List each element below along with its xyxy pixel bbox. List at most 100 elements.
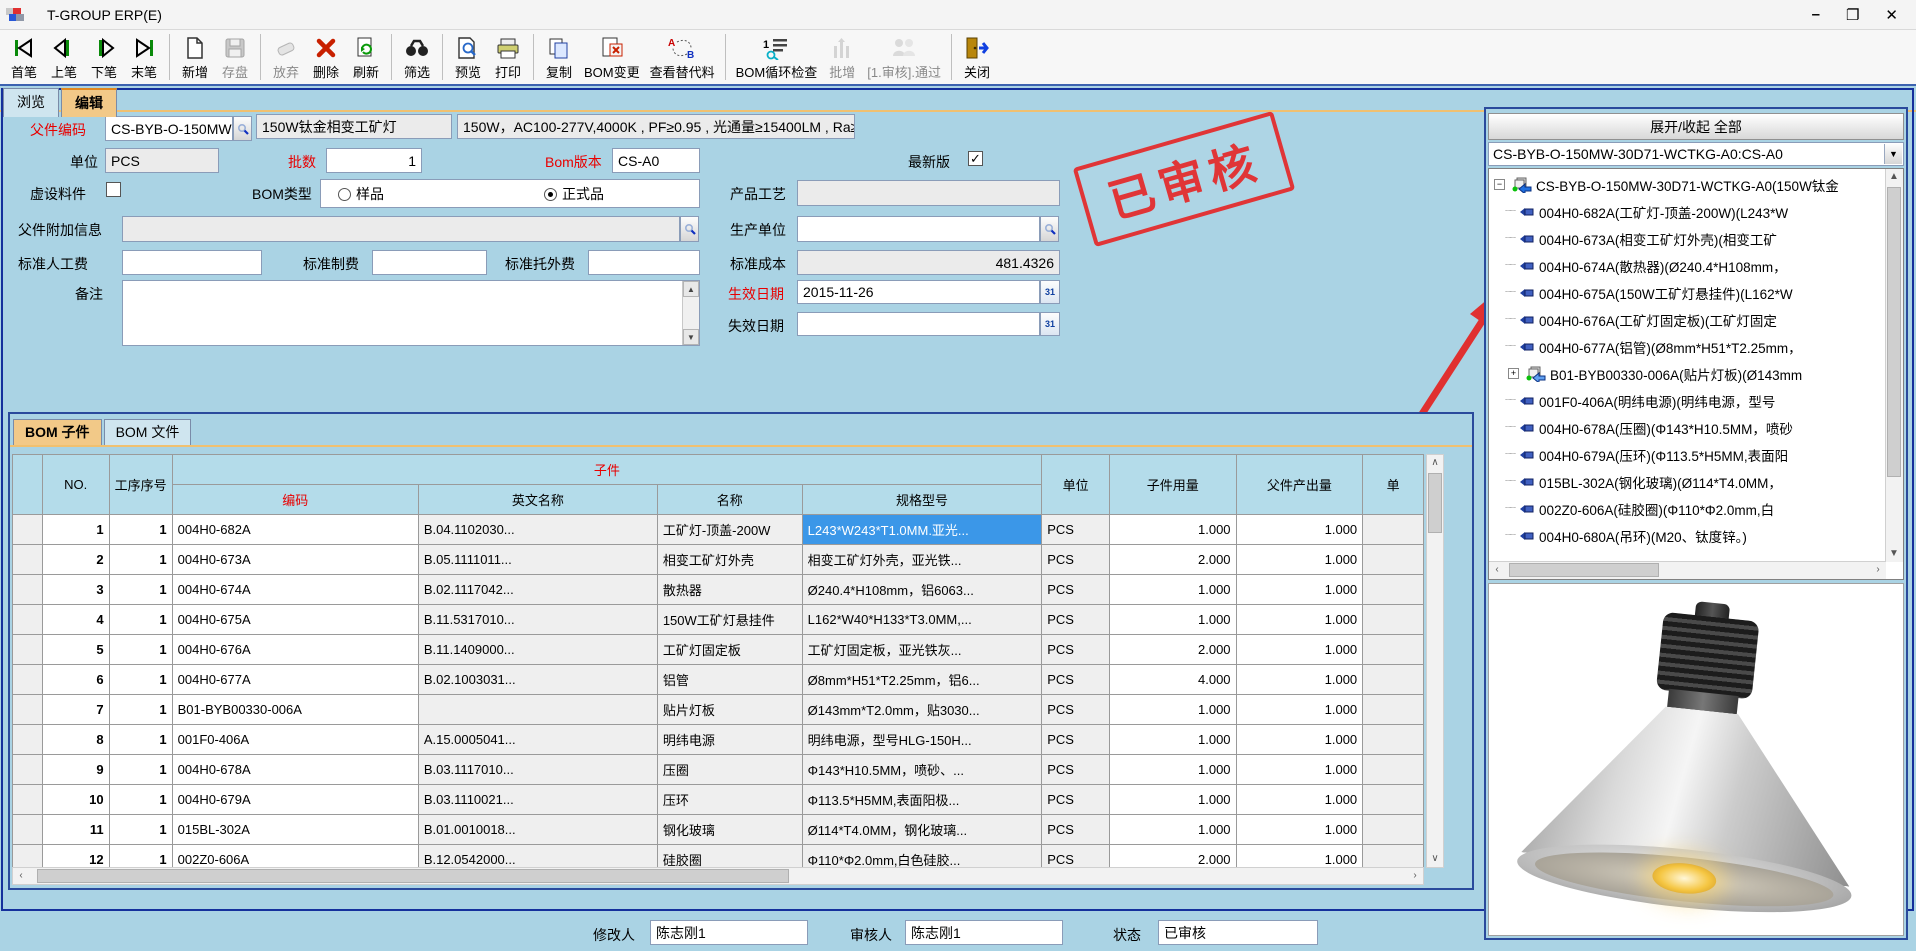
col-extra-header[interactable]: 单: [1363, 455, 1424, 515]
cell-seq[interactable]: 1: [109, 695, 172, 725]
cell-name[interactable]: 铝管: [657, 665, 802, 695]
expand-collapse-all-button[interactable]: 展开/收起 全部: [1488, 113, 1904, 140]
eff-date-field[interactable]: 2015-11-26: [797, 280, 1040, 304]
cell-spec[interactable]: Ø240.4*H108mm，铝6063...: [802, 575, 1042, 605]
cell-selector[interactable]: [13, 545, 43, 575]
cell-extra[interactable]: [1363, 815, 1424, 845]
cell-en-name[interactable]: A.15.0005041...: [418, 725, 657, 755]
cell-name[interactable]: 散热器: [657, 575, 802, 605]
cell-code[interactable]: 004H0-676A: [172, 635, 418, 665]
minimize-button[interactable]: –: [1812, 6, 1820, 24]
table-row[interactable]: 41004H0-675AB.11.5317010...150W工矿灯悬挂件L16…: [13, 605, 1424, 635]
cell-no[interactable]: 1: [42, 515, 109, 545]
cell-selector[interactable]: [13, 605, 43, 635]
std-out-field[interactable]: [588, 250, 700, 275]
cell-code[interactable]: 001F0-406A: [172, 725, 418, 755]
table-scroll-left-icon[interactable]: ‹: [13, 868, 29, 884]
tab-bom-files[interactable]: BOM 文件: [104, 419, 192, 445]
tree-item[interactable]: ┄┄002Z0-606A(硅胶圈)(Φ110*Φ2.0mm,白: [1491, 495, 1884, 522]
parent-extra-lookup-icon[interactable]: [680, 216, 699, 242]
cell-seq[interactable]: 1: [109, 725, 172, 755]
cell-spec[interactable]: Φ143*H10.5MM，喷砂、...: [802, 755, 1042, 785]
查看替代料-button[interactable]: AB查看替代料: [645, 30, 720, 84]
cell-qty[interactable]: 1.000: [1110, 695, 1237, 725]
cell-seq[interactable]: 1: [109, 605, 172, 635]
tree-item[interactable]: ┄┄001F0-406A(明纬电源)(明纬电源，型号: [1491, 387, 1884, 414]
cell-unit[interactable]: PCS: [1042, 755, 1110, 785]
cell-extra[interactable]: [1363, 845, 1424, 869]
eff-date-calendar-icon[interactable]: 31: [1040, 280, 1060, 304]
cell-selector[interactable]: [13, 785, 43, 815]
cell-unit[interactable]: PCS: [1042, 725, 1110, 755]
col-name-header[interactable]: 名称: [657, 485, 802, 515]
cell-selector[interactable]: [13, 845, 43, 869]
tree-item[interactable]: ┄┄004H0-674A(散热器)(Ø240.4*H108mm，: [1491, 252, 1884, 279]
memo-scrollbar[interactable]: ▲ ▼: [682, 281, 699, 345]
cell-code[interactable]: 004H0-682A: [172, 515, 418, 545]
tree-hscroll-thumb[interactable]: [1509, 563, 1659, 577]
打印-button[interactable]: 打印: [488, 30, 528, 84]
cell-parent-qty[interactable]: 1.000: [1236, 755, 1363, 785]
cell-unit[interactable]: PCS: [1042, 845, 1110, 869]
筛选-button[interactable]: 筛选: [397, 30, 437, 84]
col-seq-header[interactable]: 工序序号: [109, 455, 172, 515]
cell-parent-qty[interactable]: 1.000: [1236, 785, 1363, 815]
cell-parent-qty[interactable]: 1.000: [1236, 635, 1363, 665]
cell-extra[interactable]: [1363, 515, 1424, 545]
cell-no[interactable]: 6: [42, 665, 109, 695]
col-spec-header[interactable]: 规格型号: [802, 485, 1042, 515]
cell-extra[interactable]: [1363, 575, 1424, 605]
cell-spec[interactable]: 明纬电源，型号HLG-150H...: [802, 725, 1042, 755]
cell-name[interactable]: 贴片灯板: [657, 695, 802, 725]
virtual-part-checkbox[interactable]: [106, 182, 121, 197]
tree-vscroll-thumb[interactable]: [1887, 187, 1901, 477]
cell-unit[interactable]: PCS: [1042, 545, 1110, 575]
cell-no[interactable]: 3: [42, 575, 109, 605]
cell-selector[interactable]: [13, 695, 43, 725]
复制-button[interactable]: 复制: [539, 30, 579, 84]
cell-qty[interactable]: 2.000: [1110, 545, 1237, 575]
cell-en-name[interactable]: B.03.1110021...: [418, 785, 657, 815]
tree-hscrollbar[interactable]: ‹ ›: [1489, 561, 1886, 579]
restore-button[interactable]: ❐: [1846, 6, 1859, 24]
cell-en-name[interactable]: B.03.1117010...: [418, 755, 657, 785]
cell-seq[interactable]: 1: [109, 665, 172, 695]
table-row[interactable]: 51004H0-676AB.11.1409000...工矿灯固定板工矿灯固定板，…: [13, 635, 1424, 665]
cell-spec[interactable]: Ø143mm*T2.0mm，贴3030...: [802, 695, 1042, 725]
cell-spec[interactable]: Φ113.5*H5MM,表面阳极...: [802, 785, 1042, 815]
tree-item[interactable]: ┄┄004H0-676A(工矿灯固定板)(工矿灯固定: [1491, 306, 1884, 333]
tree-scroll-up-icon[interactable]: ▲: [1886, 169, 1902, 185]
cell-no[interactable]: 5: [42, 635, 109, 665]
cell-qty[interactable]: 1.000: [1110, 515, 1237, 545]
cell-seq[interactable]: 1: [109, 785, 172, 815]
cell-parent-qty[interactable]: 1.000: [1236, 605, 1363, 635]
bom-type-sample-radio[interactable]: 样品: [338, 184, 384, 204]
cell-unit[interactable]: PCS: [1042, 815, 1110, 845]
cell-parent-qty[interactable]: 1.000: [1236, 515, 1363, 545]
scroll-down-icon[interactable]: ▼: [683, 329, 699, 345]
cell-qty[interactable]: 2.000: [1110, 845, 1237, 869]
cell-spec[interactable]: L162*W40*H133*T3.0MM,...: [802, 605, 1042, 635]
bom-type-formal-radio[interactable]: 正式品: [544, 184, 604, 204]
预览-button[interactable]: 预览: [448, 30, 488, 84]
cell-seq[interactable]: 1: [109, 515, 172, 545]
memo-field[interactable]: ▲ ▼: [122, 280, 700, 346]
tree-item[interactable]: ┄┄004H0-677A(铝管)(Ø8mm*H51*T2.25mm，: [1491, 333, 1884, 360]
cell-seq[interactable]: 1: [109, 755, 172, 785]
col-code-header[interactable]: 编码: [172, 485, 418, 515]
tree-scroll-down-icon[interactable]: ▼: [1886, 546, 1902, 562]
table-vscrollbar[interactable]: ∧ ∨: [1426, 454, 1444, 868]
latest-checkbox[interactable]: ✓: [968, 151, 983, 166]
cell-spec[interactable]: 工矿灯固定板，亚光铁灰...: [802, 635, 1042, 665]
cell-no[interactable]: 11: [42, 815, 109, 845]
cell-selector[interactable]: [13, 755, 43, 785]
table-scroll-right-icon[interactable]: ›: [1407, 868, 1423, 884]
tree-item[interactable]: ┄┄004H0-678A(压圈)(Φ143*H10.5MM，喷砂: [1491, 414, 1884, 441]
collapse-node-icon[interactable]: −: [1494, 179, 1505, 190]
tree-item[interactable]: ┄┄015BL-302A(钢化玻璃)(Ø114*T4.0MM，: [1491, 468, 1884, 495]
cell-en-name[interactable]: B.04.1102030...: [418, 515, 657, 545]
cell-name[interactable]: 压圈: [657, 755, 802, 785]
cell-selector[interactable]: [13, 515, 43, 545]
cell-selector[interactable]: [13, 665, 43, 695]
tab-edit[interactable]: 编辑: [61, 88, 117, 117]
